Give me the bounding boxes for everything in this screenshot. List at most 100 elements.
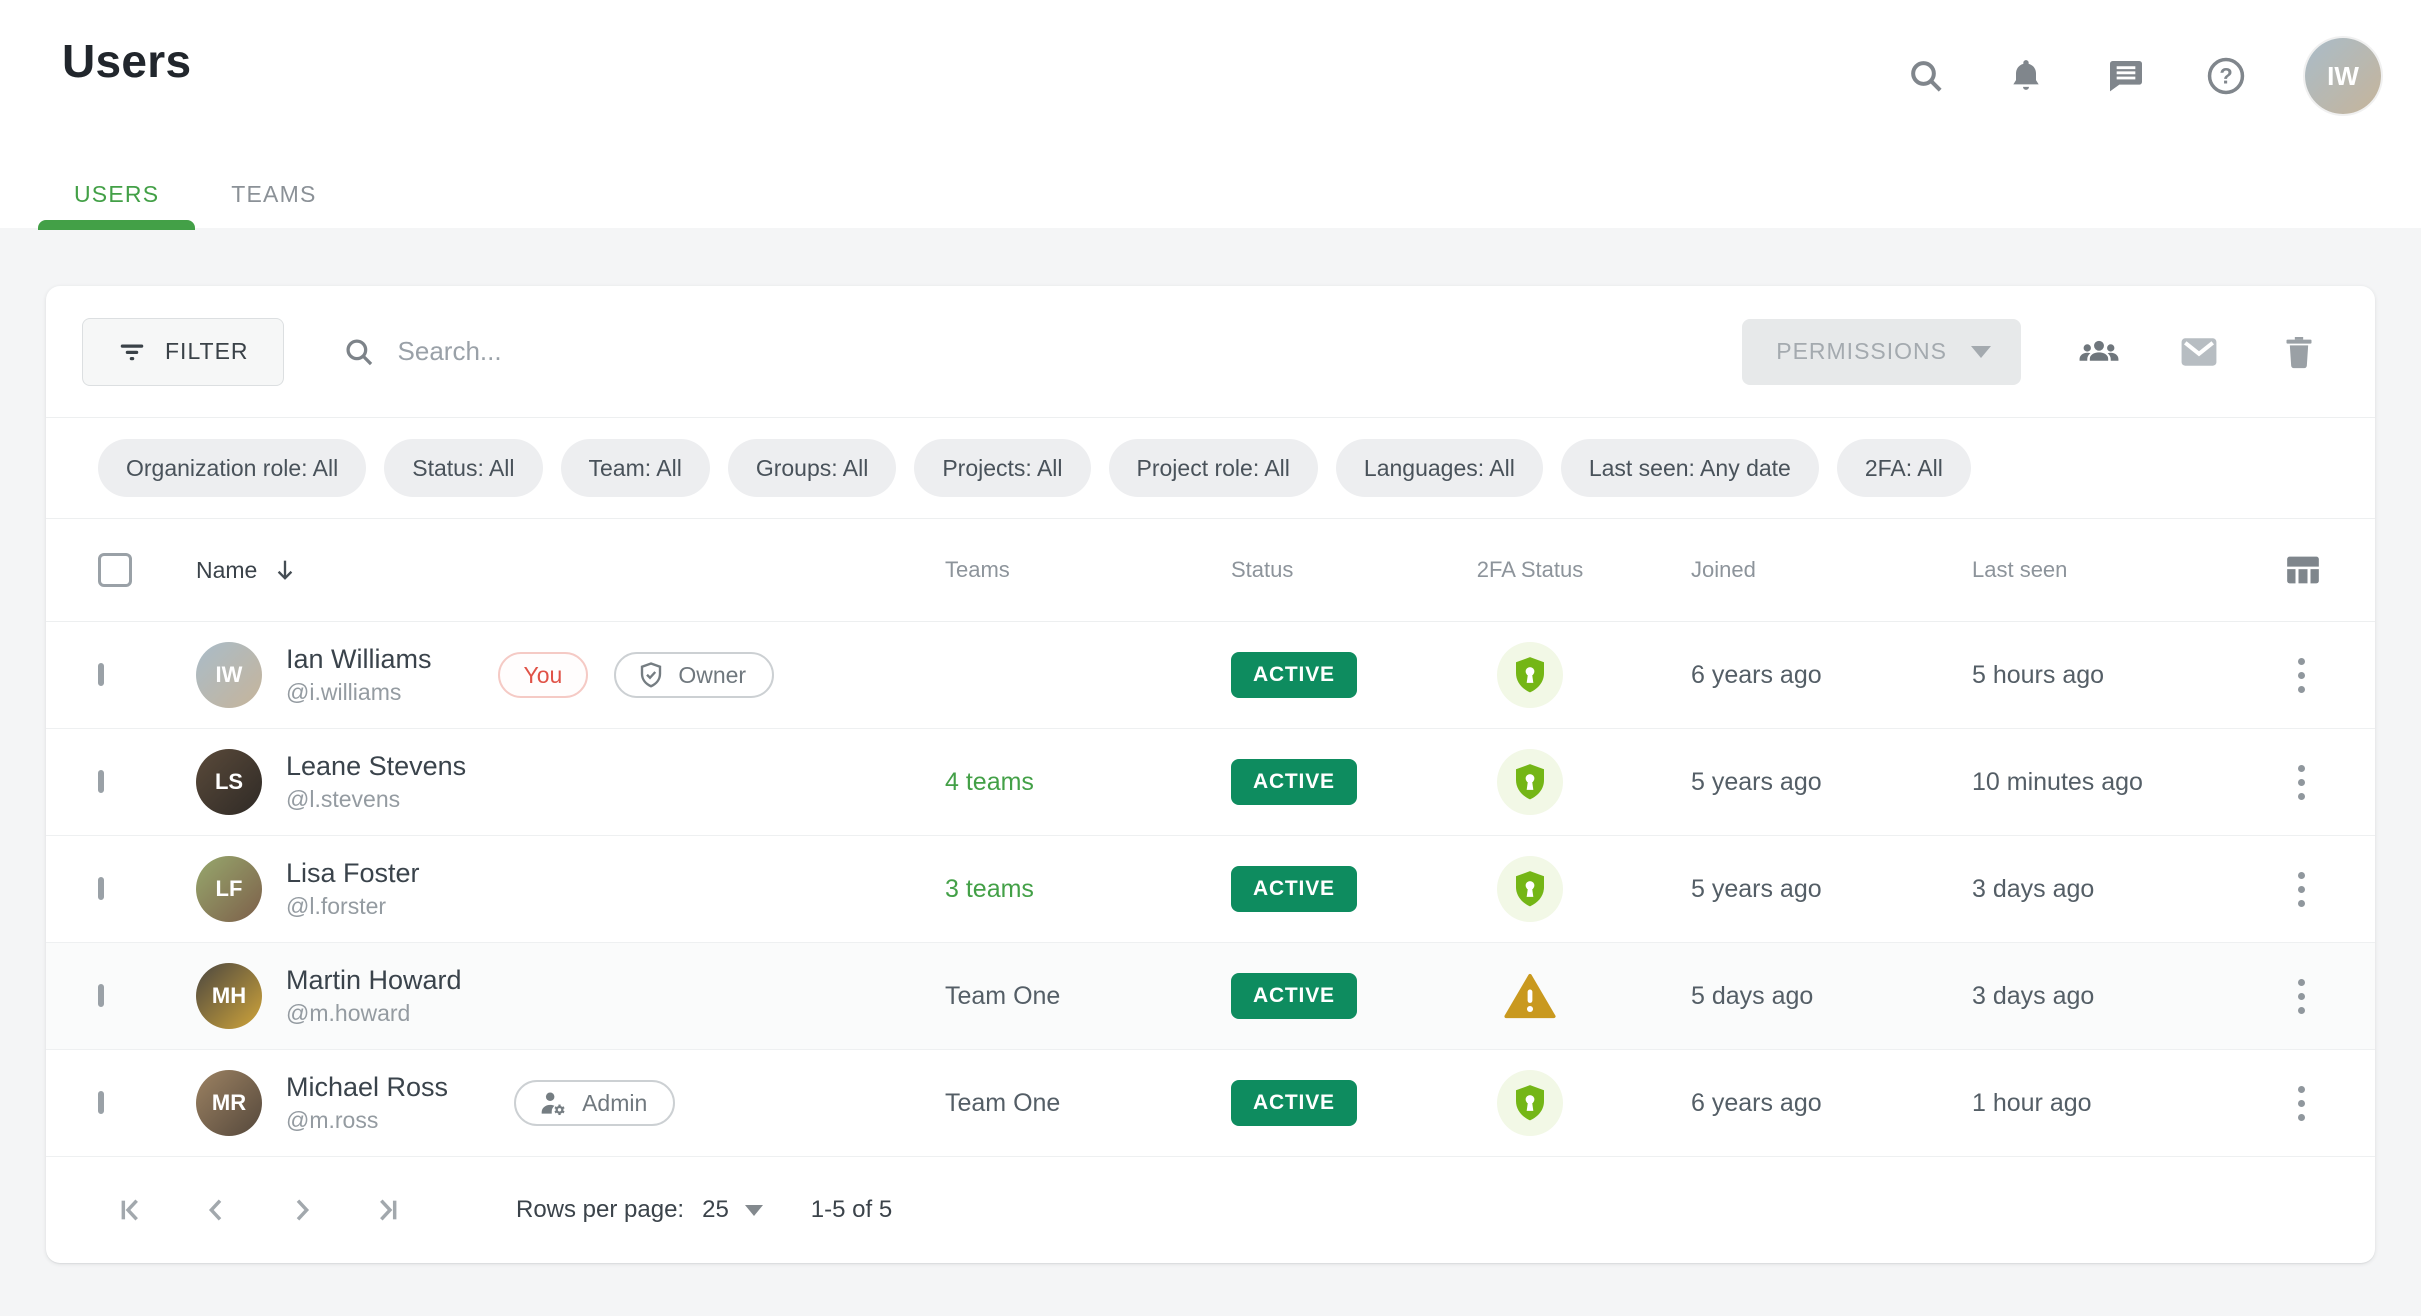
- chip-status[interactable]: Status: All: [384, 439, 542, 497]
- table-header: Name Teams Status 2FA Status Joined Last…: [46, 519, 2375, 622]
- user-username: @m.ross: [286, 1107, 448, 1134]
- row-checkbox[interactable]: [98, 1091, 104, 1114]
- filter-icon: [117, 337, 147, 367]
- select-all-checkbox[interactable]: [98, 553, 132, 587]
- last-page-button[interactable]: [356, 1178, 420, 1242]
- you-badge: You: [498, 652, 589, 698]
- status-badge: ACTIVE: [1231, 866, 1357, 912]
- chevron-down-icon: [745, 1205, 763, 1216]
- avatar: MH: [196, 963, 262, 1029]
- teams-cell: Team One: [945, 1089, 1231, 1118]
- lastseen-cell: 1 hour ago: [1871, 1089, 2226, 1118]
- avatar: LS: [196, 749, 262, 815]
- messages-icon[interactable]: [2105, 55, 2147, 97]
- teams-cell: Team One: [945, 982, 1231, 1011]
- chip-team[interactable]: Team: All: [561, 439, 710, 497]
- table-row: MH Martin Howard @m.howard Team One ACTI…: [46, 943, 2375, 1050]
- filter-button[interactable]: FILTER: [82, 318, 284, 386]
- column-header-teams[interactable]: Teams: [945, 557, 1231, 583]
- avatar: MR: [196, 1070, 262, 1136]
- row-checkbox[interactable]: [98, 877, 104, 900]
- column-header-status[interactable]: Status: [1231, 557, 1470, 583]
- mail-icon[interactable]: [2177, 330, 2221, 374]
- table-row: LF Lisa Foster @l.forster 3 teams ACTIVE…: [46, 836, 2375, 943]
- lastseen-cell: 5 hours ago: [1871, 661, 2226, 690]
- column-header-joined[interactable]: Joined: [1590, 557, 1871, 583]
- next-page-button[interactable]: [270, 1178, 334, 1242]
- column-header-lastseen[interactable]: Last seen: [1871, 557, 2226, 583]
- chip-2fa[interactable]: 2FA: All: [1837, 439, 1971, 497]
- lastseen-cell: 10 minutes ago: [1871, 768, 2226, 797]
- user-full-name: Michael Ross: [286, 1072, 448, 1103]
- trash-icon[interactable]: [2277, 330, 2321, 374]
- lastseen-cell: 3 days ago: [1871, 982, 2226, 1011]
- twofa-enabled-shield-icon: [1497, 856, 1563, 922]
- tab-teams[interactable]: TEAMS: [195, 160, 352, 228]
- table-toolbar: FILTER PERMISSIONS: [46, 286, 2375, 418]
- row-menu-kebab-icon[interactable]: [2290, 864, 2313, 915]
- chip-organization-role[interactable]: Organization role: All: [98, 439, 366, 497]
- lastseen-cell: 3 days ago: [1871, 875, 2226, 904]
- column-header-2fa[interactable]: 2FA Status: [1470, 557, 1590, 583]
- row-menu-kebab-icon[interactable]: [2290, 757, 2313, 808]
- twofa-enabled-shield-icon: [1497, 1070, 1563, 1136]
- teams-link[interactable]: 3 teams: [945, 875, 1034, 903]
- column-settings-icon[interactable]: [2283, 550, 2323, 590]
- active-tab-underline: [38, 220, 195, 230]
- users-card: FILTER PERMISSIONS Organization role: Al…: [46, 286, 2375, 1263]
- row-checkbox[interactable]: [98, 770, 104, 793]
- teams-link[interactable]: 4 teams: [945, 768, 1034, 796]
- column-header-name[interactable]: Name: [196, 556, 945, 584]
- row-menu-kebab-icon[interactable]: [2290, 650, 2313, 701]
- chip-project-role[interactable]: Project role: All: [1109, 439, 1318, 497]
- admin-badge: Admin: [514, 1080, 675, 1126]
- chevron-down-icon: [1971, 346, 1991, 358]
- chip-groups[interactable]: Groups: All: [728, 439, 897, 497]
- owner-badge: Owner: [614, 652, 774, 698]
- table-body: IW Ian Williams @i.williams You Owner AC…: [46, 622, 2375, 1157]
- search-field-wrap: [342, 335, 1743, 369]
- joined-cell: 6 years ago: [1590, 1089, 1871, 1118]
- search-icon: [342, 335, 376, 369]
- pagination-bar: Rows per page: 25 1-5 of 5: [46, 1157, 2375, 1263]
- avatar: IW: [196, 642, 262, 708]
- status-badge: ACTIVE: [1231, 652, 1357, 698]
- user-full-name: Ian Williams: [286, 644, 432, 675]
- avatar[interactable]: IW: [2305, 38, 2381, 114]
- chip-last-seen[interactable]: Last seen: Any date: [1561, 439, 1819, 497]
- chip-projects[interactable]: Projects: All: [914, 439, 1090, 497]
- chip-languages[interactable]: Languages: All: [1336, 439, 1543, 497]
- joined-cell: 5 days ago: [1590, 982, 1871, 1011]
- first-page-button[interactable]: [98, 1178, 162, 1242]
- table-row: MR Michael Ross @m.ross Admin Team One A…: [46, 1050, 2375, 1157]
- filter-chips-row: Organization role: All Status: All Team:…: [46, 418, 2375, 519]
- user-username: @m.howard: [286, 1000, 462, 1027]
- joined-cell: 5 years ago: [1590, 875, 1871, 904]
- joined-cell: 6 years ago: [1590, 661, 1871, 690]
- search-icon[interactable]: [1905, 55, 1947, 97]
- row-checkbox[interactable]: [98, 984, 104, 1007]
- table-row: LS Leane Stevens @l.stevens 4 teams ACTI…: [46, 729, 2375, 836]
- twofa-warning-icon: [1504, 972, 1556, 1020]
- row-checkbox[interactable]: [98, 663, 104, 686]
- search-input[interactable]: [398, 336, 998, 367]
- notifications-bell-icon[interactable]: [2005, 55, 2047, 97]
- previous-page-button[interactable]: [184, 1178, 248, 1242]
- status-badge: ACTIVE: [1231, 759, 1357, 805]
- row-menu-kebab-icon[interactable]: [2290, 1078, 2313, 1129]
- rows-per-page-select[interactable]: 25: [702, 1196, 763, 1224]
- row-menu-kebab-icon[interactable]: [2290, 971, 2313, 1022]
- user-full-name: Leane Stevens: [286, 751, 466, 782]
- topbar-icons: ? IW: [1905, 36, 2381, 116]
- help-icon[interactable]: ?: [2205, 55, 2247, 97]
- permissions-dropdown-button[interactable]: PERMISSIONS: [1742, 319, 2021, 385]
- user-gear-icon: [536, 1086, 570, 1120]
- status-badge: ACTIVE: [1231, 1080, 1357, 1126]
- sort-descending-icon: [271, 556, 299, 584]
- joined-cell: 5 years ago: [1590, 768, 1871, 797]
- app-header: Users ? IW USERS TEAMS: [0, 0, 2421, 228]
- tab-users[interactable]: USERS: [38, 160, 195, 228]
- group-icon[interactable]: [2077, 330, 2121, 374]
- table-row: IW Ian Williams @i.williams You Owner AC…: [46, 622, 2375, 729]
- avatar: LF: [196, 856, 262, 922]
